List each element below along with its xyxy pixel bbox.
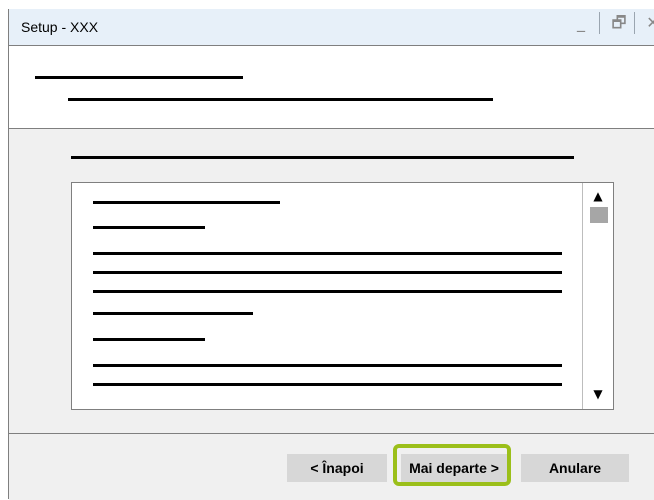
button-bar: < Înapoi Mai departe > Anulare — [9, 433, 654, 500]
text-line-placeholder — [93, 290, 562, 293]
text-line-placeholder — [93, 271, 562, 274]
cancel-button[interactable]: Anulare — [521, 454, 629, 482]
vertical-scrollbar[interactable]: ▲ ▼ — [582, 183, 613, 409]
text-line-placeholder — [93, 383, 562, 386]
close-icon[interactable]: ✕ — [641, 12, 654, 34]
text-line-placeholder — [93, 201, 280, 204]
text-line-placeholder — [93, 252, 562, 255]
titlebar-separator — [634, 12, 635, 34]
license-text-box[interactable]: ▲ ▼ — [71, 182, 614, 410]
header-subtitle-placeholder — [68, 98, 493, 101]
header-title-placeholder — [35, 76, 243, 79]
header-panel — [9, 46, 654, 129]
titlebar-separator — [599, 12, 600, 34]
restore-icon[interactable]: 🗗 — [607, 12, 631, 34]
setup-window: Setup - XXX _ 🗗 ✕ ▲ ▼ < Înapoi Mai depar… — [8, 9, 654, 500]
scroll-thumb[interactable] — [590, 207, 608, 223]
scroll-down-arrow-icon[interactable]: ▼ — [589, 387, 607, 401]
text-line-placeholder — [93, 226, 205, 229]
text-line-placeholder — [93, 364, 562, 367]
text-line-placeholder — [93, 338, 205, 341]
content-panel: ▲ ▼ — [9, 129, 654, 433]
text-line-placeholder — [93, 312, 253, 315]
back-button[interactable]: < Înapoi — [287, 454, 387, 482]
window-title: Setup - XXX — [21, 19, 99, 35]
title-bar[interactable]: Setup - XXX _ 🗗 ✕ — [9, 9, 654, 46]
minimize-icon[interactable]: _ — [569, 12, 593, 34]
next-button[interactable]: Mai departe > — [401, 454, 507, 482]
instruction-text-placeholder — [71, 156, 574, 159]
scroll-up-arrow-icon[interactable]: ▲ — [589, 189, 607, 203]
